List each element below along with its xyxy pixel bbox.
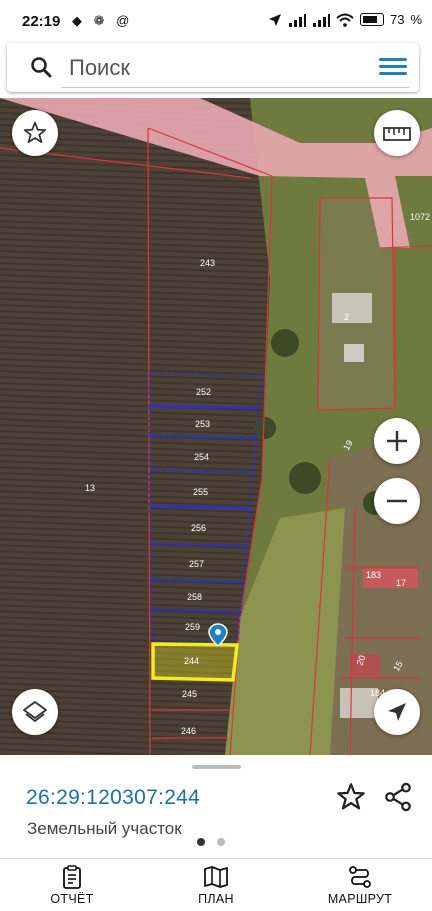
parcel-label-254: 254 <box>194 452 209 462</box>
parcel-label-246: 246 <box>181 726 196 736</box>
object-type: Земельный участок <box>27 819 182 838</box>
nav-report[interactable]: ОТЧЁТ <box>0 859 144 911</box>
zoom-out-button[interactable] <box>374 478 420 524</box>
cadastral-number: 26:29:120307:244 <box>26 786 201 809</box>
search-icon[interactable] <box>29 55 53 79</box>
status-bar: 22:19 ◆ ❁ @ 73% <box>0 0 432 44</box>
parcel-label-256: 256 <box>191 523 206 533</box>
map-view[interactable]: 243 13 252 253 254 255 256 257 258 259 2… <box>0 98 432 755</box>
wifi-icon <box>336 13 354 27</box>
system-icons: 73% <box>268 12 422 27</box>
menu-icon <box>379 58 407 61</box>
location-icon <box>268 13 281 26</box>
parcel-label-253: 253 <box>195 419 210 429</box>
favorite-button[interactable] <box>12 110 58 156</box>
parcel-label-252: 252 <box>196 387 211 397</box>
nav-plan[interactable]: ПЛАН <box>144 859 288 911</box>
parcel-label-2: 2 <box>344 312 349 322</box>
nav-route-label: МАРШРУТ <box>327 892 393 906</box>
nav-report-label: ОТЧЁТ <box>50 892 94 906</box>
parcel-label-259: 259 <box>185 622 200 632</box>
status-time: 22:19 <box>22 13 61 30</box>
my-location-button[interactable] <box>374 689 420 735</box>
map-canvas[interactable]: 243 13 252 253 254 255 256 257 258 259 2… <box>0 98 432 755</box>
signal-icon <box>288 13 306 27</box>
plus-icon <box>387 431 407 451</box>
parcel-label-17: 17 <box>396 578 406 588</box>
signal-icon-2 <box>312 13 330 27</box>
clipboard-icon <box>63 865 81 889</box>
parcel-label-244: 244 <box>184 656 199 666</box>
parcel-label-243: 243 <box>200 258 215 268</box>
notification-icons: ◆ ❁ @ <box>72 13 134 28</box>
search-input[interactable] <box>67 51 371 85</box>
layers-button[interactable] <box>12 689 58 735</box>
parcel-label-245: 245 <box>182 689 197 699</box>
house <box>332 293 372 323</box>
search-underline <box>61 87 409 88</box>
parcel-label-13: 13 <box>85 483 95 493</box>
star-icon <box>23 121 47 144</box>
bottom-navigation: ОТЧЁТ ПЛАН МАРШРУТ <box>0 858 432 911</box>
parcel-label-183: 183 <box>366 570 381 580</box>
menu-button[interactable] <box>379 54 407 80</box>
share-icon[interactable] <box>382 781 414 813</box>
favorite-star-icon[interactable] <box>335 781 367 813</box>
minus-icon <box>387 499 407 503</box>
layers-icon <box>23 701 47 722</box>
parcel-details-sheet[interactable]: 26:29:120307:244 Земельный участок <box>0 755 432 858</box>
page-dot-active <box>197 838 205 846</box>
ruler-icon <box>383 127 411 141</box>
battery-icon <box>359 13 384 26</box>
zoom-in-button[interactable] <box>374 418 420 464</box>
parcel-label-1072: 1072 <box>410 212 430 222</box>
route-icon <box>349 866 371 888</box>
parcel-label-255: 255 <box>193 487 208 497</box>
battery-percent: 73 <box>389 12 405 27</box>
ruler-button[interactable] <box>374 110 420 156</box>
search-bar <box>7 43 419 92</box>
page-dot <box>217 838 225 846</box>
nav-route[interactable]: МАРШРУТ <box>288 859 432 911</box>
parcel-label-258: 258 <box>187 592 202 602</box>
navigation-arrow-icon <box>388 703 406 721</box>
sheet-drag-handle[interactable] <box>192 765 241 769</box>
page-indicator <box>197 838 225 846</box>
nav-plan-label: ПЛАН <box>198 892 234 906</box>
parcel-label-257: 257 <box>189 559 204 569</box>
map-icon <box>204 866 228 888</box>
